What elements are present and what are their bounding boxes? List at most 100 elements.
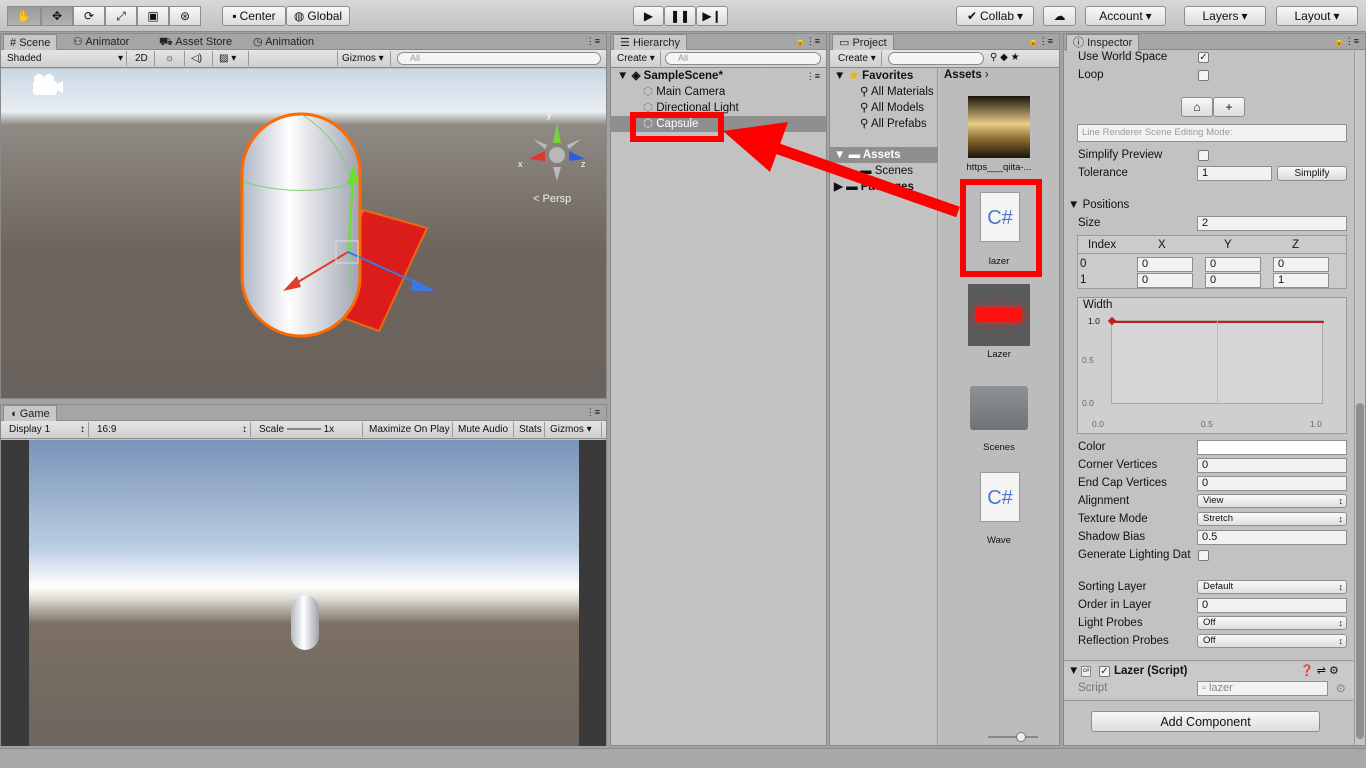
inspector-panel: ⓘ Inspector 🔒⋮≡ Use World Space ✓ Loop ⌂… — [1063, 33, 1366, 746]
reflection-probes-label: Reflection Probes — [1078, 635, 1169, 647]
component-enabled-checkbox[interactable]: ✓ — [1099, 666, 1110, 677]
width-label: Width — [1083, 299, 1113, 311]
edit-points-button[interactable]: ⌂ — [1181, 97, 1213, 117]
expand-arrow-icon: ▼ — [1068, 199, 1080, 211]
row-index: 0 — [1080, 258, 1087, 270]
size-input[interactable]: 2 — [1197, 216, 1347, 231]
script-reference-field: ▫ lazer — [1197, 681, 1328, 696]
texture-mode-label: Texture Mode — [1078, 513, 1148, 525]
sorting-layer-label: Sorting Layer — [1078, 581, 1147, 593]
script-icon: c# — [1081, 666, 1091, 677]
corner-value: 0 — [1202, 459, 1209, 471]
tolerance-input[interactable]: 1 — [1197, 166, 1272, 181]
order-value: 0 — [1202, 599, 1209, 611]
sorting-layer-dropdown[interactable]: Default — [1197, 580, 1347, 594]
positions-table: Index X Y Z 0 0 0 0 1 0 0 1 — [1077, 235, 1347, 289]
simplify-preview-checkbox[interactable] — [1198, 150, 1209, 161]
use-world-space-label: Use World Space — [1078, 51, 1168, 63]
x-tick-label: 0.0 — [1092, 419, 1104, 429]
order-in-layer-input[interactable]: 0 — [1197, 598, 1347, 613]
inspector-tabbar: ⓘ Inspector 🔒⋮≡ — [1064, 34, 1365, 51]
y-tick-label: 0.0 — [1082, 398, 1094, 408]
curve-max-label: 1.0 — [1088, 316, 1100, 326]
x-tick-label: 0.5 — [1201, 419, 1213, 429]
pos-y-input[interactable]: 0 — [1205, 257, 1261, 272]
light-probes-value: Off — [1203, 617, 1216, 628]
script-reference-value: lazer — [1208, 682, 1233, 694]
pos-x-input[interactable]: 0 — [1137, 273, 1193, 288]
pos-x-input[interactable]: 0 — [1137, 257, 1193, 272]
col-z-header: Z — [1292, 239, 1300, 251]
sorting-layer-value: Default — [1203, 581, 1234, 592]
status-bar — [0, 748, 1366, 768]
pos-z-input[interactable]: 1 — [1273, 273, 1329, 288]
add-component-label: Add Component — [1160, 714, 1251, 729]
positions-label: Positions — [1082, 199, 1130, 211]
component-title: Lazer (Script) — [1114, 665, 1188, 677]
corner-vertices-label: Corner Vertices — [1078, 459, 1158, 471]
script-small-icon: ▫ — [1202, 682, 1206, 694]
y-tick-label: 0.5 — [1082, 355, 1094, 365]
info-icon: ⓘ — [1073, 37, 1084, 49]
use-world-space-checkbox[interactable]: ✓ — [1198, 52, 1209, 63]
curve-key[interactable] — [1107, 316, 1117, 326]
width-curve-line — [1112, 321, 1324, 323]
positions-foldout[interactable]: ▼ Positions — [1068, 199, 1129, 211]
alignment-label: Alignment — [1078, 495, 1130, 507]
texture-mode-value: Stretch — [1203, 513, 1234, 524]
reflection-probes-dropdown[interactable]: Off — [1197, 634, 1347, 648]
pos-z-input[interactable]: 0 — [1273, 257, 1329, 272]
loop-checkbox[interactable] — [1198, 70, 1209, 81]
loop-label: Loop — [1078, 69, 1104, 81]
help-icon: ❓ — [1300, 665, 1314, 677]
corner-vertices-input[interactable]: 0 — [1197, 458, 1347, 473]
color-label: Color — [1078, 441, 1106, 453]
simplify-preview-label: Simplify Preview — [1078, 149, 1163, 161]
inspector-scrollbar[interactable] — [1354, 51, 1365, 745]
shadow-bias-input[interactable]: 0.5 — [1197, 530, 1347, 545]
color-field[interactable] — [1197, 440, 1347, 455]
edit-mode-placeholder: Line Renderer Scene Editing Mode: — [1082, 127, 1233, 138]
add-component-button[interactable]: Add Component — [1091, 711, 1320, 732]
component-foldout[interactable]: ▼ — [1068, 665, 1079, 677]
simplify-button[interactable]: Simplify — [1277, 166, 1347, 181]
texture-mode-dropdown[interactable]: Stretch — [1197, 512, 1347, 526]
shadow-bias-value: 0.5 — [1202, 531, 1218, 543]
row-index: 1 — [1080, 274, 1087, 286]
order-in-layer-label: Order in Layer — [1078, 599, 1152, 611]
col-x-header: X — [1158, 239, 1166, 251]
tolerance-label: Tolerance — [1078, 167, 1128, 179]
curve-plot — [1107, 316, 1324, 405]
script-label: Script — [1078, 682, 1108, 694]
end-cap-value: 0 — [1202, 477, 1209, 489]
pos-value: 0 — [1142, 274, 1149, 286]
end-cap-vertices-label: End Cap Vertices — [1078, 477, 1167, 489]
generate-lighting-checkbox[interactable] — [1198, 550, 1209, 561]
tab-inspector-label: Inspector — [1087, 37, 1133, 49]
pos-value: 1 — [1278, 274, 1285, 286]
component-actions[interactable]: ❓ ⇌ ⚙ — [1300, 664, 1339, 677]
script-component-header: ▼ c# ✓ Lazer (Script) ❓ ⇌ ⚙ Script ▫ laz… — [1064, 662, 1354, 698]
edit-mode-field: Line Renderer Scene Editing Mode: — [1077, 124, 1347, 142]
pos-value: 0 — [1142, 258, 1149, 270]
col-index-header: Index — [1088, 239, 1117, 251]
lock-icon[interactable]: 🔒⋮≡ — [1334, 36, 1359, 47]
shadow-bias-label: Shadow Bias — [1078, 531, 1146, 543]
alignment-dropdown[interactable]: View — [1197, 494, 1347, 508]
add-point-button[interactable]: + — [1213, 97, 1245, 117]
light-probes-label: Light Probes — [1078, 617, 1143, 629]
size-label: Size — [1078, 217, 1101, 229]
reflection-probes-value: Off — [1203, 635, 1216, 646]
x-tick-label: 1.0 — [1310, 419, 1322, 429]
light-probes-dropdown[interactable]: Off — [1197, 616, 1347, 630]
width-curve-editor[interactable]: Width 1.0 0.5 0.0 0.0 0.5 1.0 — [1077, 297, 1347, 434]
size-value: 2 — [1202, 217, 1209, 229]
pos-value: 0 — [1210, 258, 1217, 270]
positions-header: Index X Y Z — [1078, 236, 1346, 254]
pos-value: 0 — [1210, 274, 1217, 286]
tab-inspector[interactable]: ⓘ Inspector — [1066, 34, 1140, 51]
end-cap-vertices-input[interactable]: 0 — [1197, 476, 1347, 491]
gear-icon: ⚙ — [1329, 665, 1339, 677]
object-picker-icon[interactable]: ⊙ — [1336, 681, 1346, 695]
pos-y-input[interactable]: 0 — [1205, 273, 1261, 288]
